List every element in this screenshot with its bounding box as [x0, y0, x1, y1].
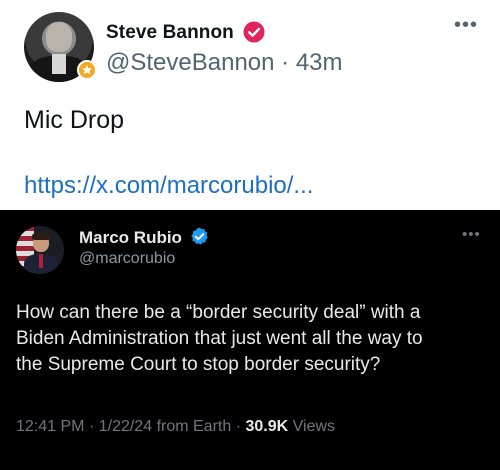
author-handle[interactable]: @marcorubio [79, 250, 175, 268]
tweet-link[interactable]: https://x.com/marcorubio/... [24, 172, 313, 200]
more-options-icon[interactable]: ••• [462, 226, 481, 243]
tweet-text-line: Biden Administration that just went all … [16, 328, 423, 349]
more-options-icon[interactable]: ••• [454, 14, 478, 37]
verified-check-icon [191, 227, 208, 245]
tweet-text-line: How can there be a “border security deal… [16, 302, 421, 323]
verified-check-icon [243, 21, 265, 43]
source: from Earth [156, 418, 232, 435]
tweet-meta: 12:41 PM · 1/22/24 from Earth · 30.9K Vi… [16, 418, 335, 436]
gold-badge-icon [77, 60, 97, 80]
author-name[interactable]: Marco Rubio [79, 228, 182, 248]
main-tweet: Steve Bannon @SteveBannon · 43m ••• Mic … [0, 0, 500, 210]
tweet-text: How can there be a “border security deal… [16, 300, 486, 378]
time-ago[interactable]: 43m [296, 49, 343, 76]
views-count[interactable]: 30.9K [245, 418, 288, 435]
avatar[interactable] [16, 226, 64, 274]
author-name[interactable]: Steve Bannon [106, 22, 234, 44]
quoted-tweet[interactable]: Marco Rubio @marcorubio ••• How can ther… [0, 210, 500, 470]
author-handle[interactable]: @SteveBannon [106, 49, 274, 76]
separator-dot: · [88, 418, 95, 435]
timestamp[interactable]: 12:41 PM [16, 418, 84, 435]
handle-line: @SteveBannon · 43m [106, 49, 343, 77]
separator-dot: · [281, 49, 290, 76]
views-label: Views [292, 418, 336, 435]
tweet-text-line: the Supreme Court to stop border securit… [16, 354, 381, 375]
tweet-text: Mic Drop [24, 106, 125, 134]
date[interactable]: 1/22/24 [99, 418, 152, 435]
separator-dot: · [235, 418, 242, 435]
